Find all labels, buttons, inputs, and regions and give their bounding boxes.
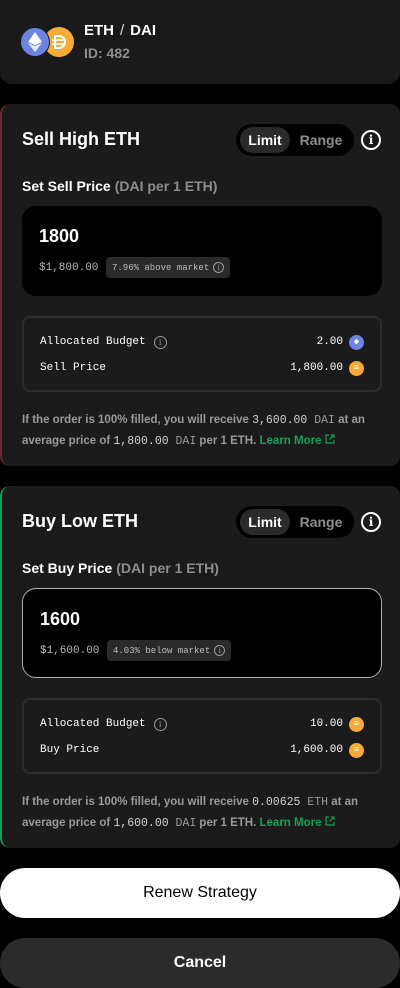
summary-text: If the order is 100% filled, you will re… — [22, 796, 253, 808]
sell-price-row-value: 1,800.00 — [290, 362, 343, 374]
buy-price-row: Buy Price 1,600.00 ≡ — [40, 740, 364, 760]
pair-header: ETH / DAI ID: 482 — [0, 0, 400, 84]
buy-order-card: Buy Low ETH Limit Range i Set Buy Price(… — [0, 486, 400, 848]
sell-budget-label: Allocated Budget — [40, 336, 146, 348]
buy-budget-row: Allocated Budget i 10.00 ≡ — [40, 714, 364, 734]
sell-range-tab[interactable]: Range — [292, 127, 350, 153]
sell-price-unit: (DAI per 1 ETH) — [114, 178, 218, 194]
external-link-icon — [325, 816, 335, 826]
sell-market-diff-badge: 7.96% above market i — [106, 257, 231, 278]
pair-separator: / — [120, 22, 125, 39]
dai-icon: ≡ — [349, 716, 364, 732]
sell-budget-summary: Allocated Budget i 2.00 ◆ Sell Price 1,800… — [22, 316, 382, 392]
sell-price-label: Set Sell Price (DAI per 1 ETH) — [22, 178, 217, 194]
buy-price-label-text: Set Buy Price — [22, 560, 113, 576]
sell-receive-amount: 3,600.00 — [252, 414, 308, 427]
learn-more-text[interactable]: Learn More — [260, 817, 322, 829]
buy-average-price: 1,600.00 — [113, 817, 169, 830]
buy-limit-tab[interactable]: Limit — [240, 509, 290, 535]
buy-price-input[interactable]: 1600 $1,600.00 4.03% below market i — [22, 588, 382, 678]
buy-order-type-toggle: Limit Range — [236, 506, 354, 538]
sell-limit-tab[interactable]: Limit — [240, 127, 290, 153]
summary-text: per 1 ETH. — [196, 435, 260, 447]
sell-price-row-label: Sell Price — [40, 362, 107, 374]
buy-market-diff-text: 4.03% below market — [113, 645, 211, 656]
sell-average-price: 1,800.00 — [113, 435, 169, 448]
info-icon[interactable]: i — [153, 335, 167, 349]
sell-budget-value: 2.00 — [316, 336, 343, 348]
sell-order-type-toggle: Limit Range — [236, 124, 354, 156]
buy-price-usd: $1,600.00 — [40, 645, 100, 657]
buy-price-label: Set Buy Price (DAI per 1 ETH) — [22, 560, 219, 576]
sell-info-icon[interactable]: i — [361, 130, 381, 150]
buy-receive-unit: ETH — [300, 796, 329, 809]
sell-price-input[interactable]: 1800 $1,800.00 7.96% above market i — [22, 206, 382, 296]
buy-receive-amount: 0.00625 — [252, 796, 301, 809]
external-link-icon — [325, 434, 335, 444]
sell-average-unit: DAI — [168, 435, 197, 448]
info-icon[interactable]: i — [153, 717, 167, 731]
sell-price-label-text: Set Sell Price — [22, 178, 111, 194]
learn-more-text[interactable]: Learn More — [260, 435, 322, 447]
info-icon[interactable]: i — [213, 262, 225, 273]
dai-icon: ≡ — [349, 742, 364, 758]
sell-card-title: Sell High ETH — [22, 129, 141, 149]
sell-order-card: Sell High ETH Limit Range i Set Sell Pri… — [0, 104, 400, 466]
buy-market-diff-badge: 4.03% below market i — [107, 640, 232, 661]
buy-budget-value: 10.00 — [309, 718, 343, 730]
strategy-id: ID: 482 — [84, 45, 130, 61]
quote-token-symbol: DAI — [130, 22, 157, 39]
sell-fill-summary: If the order is 100% filled, you will re… — [22, 410, 378, 452]
buy-learn-more-link[interactable]: Learn More — [260, 816, 335, 829]
buy-price-row-value: 1,600.00 — [290, 744, 343, 756]
eth-icon: ◆ — [349, 334, 364, 350]
buy-average-unit: DAI — [168, 817, 197, 830]
cancel-button[interactable]: Cancel — [0, 938, 400, 988]
pair-name: ETH / DAI — [84, 22, 156, 39]
buy-range-tab[interactable]: Range — [292, 509, 350, 535]
renew-strategy-button[interactable]: Renew Strategy — [0, 868, 400, 918]
buy-budget-summary: Allocated Budget i 10.00 ≡ Buy Price 1,600… — [22, 698, 382, 774]
summary-text: per 1 ETH. — [196, 817, 260, 829]
buy-fill-summary: If the order is 100% filled, you will re… — [22, 792, 378, 834]
info-icon[interactable]: i — [214, 645, 226, 656]
buy-info-icon[interactable]: i — [361, 512, 381, 532]
summary-text: If the order is 100% filled, you will re… — [22, 414, 253, 426]
sell-price-value[interactable]: 1800 — [39, 226, 79, 247]
token-pair-icons — [20, 27, 76, 59]
sell-price-usd: $1,800.00 — [39, 262, 99, 274]
sell-learn-more-link[interactable]: Learn More — [260, 434, 335, 447]
sell-budget-row: Allocated Budget i 2.00 ◆ — [40, 332, 364, 352]
sell-receive-unit: DAI — [307, 414, 335, 427]
buy-price-unit: (DAI per 1 ETH) — [116, 560, 219, 576]
sell-price-row: Sell Price 1,800.00 ≡ — [40, 358, 364, 378]
buy-budget-label: Allocated Budget — [40, 718, 146, 730]
base-token-symbol: ETH — [84, 22, 114, 39]
dai-icon: ≡ — [349, 360, 364, 376]
buy-price-row-label: Buy Price — [40, 744, 100, 756]
eth-icon — [20, 27, 50, 57]
buy-price-value[interactable]: 1600 — [40, 609, 80, 630]
sell-market-diff-text: 7.96% above market — [112, 262, 210, 273]
buy-card-title: Buy Low ETH — [22, 511, 138, 531]
